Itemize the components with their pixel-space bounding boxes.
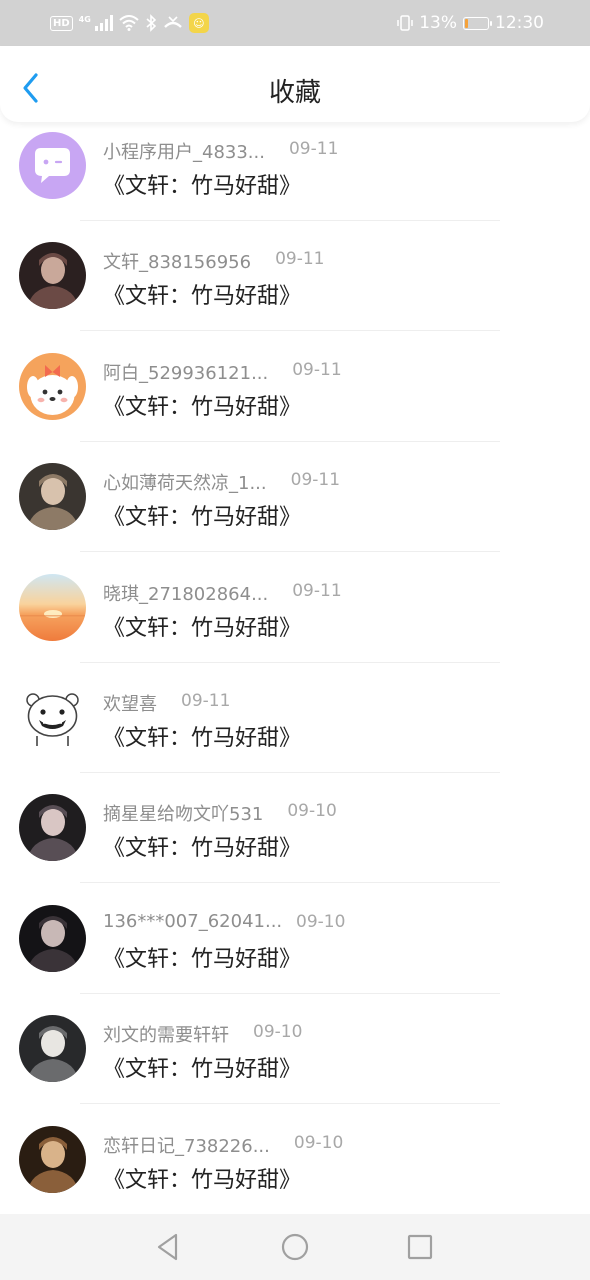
divider (80, 772, 500, 773)
hd-badge: HD (50, 15, 73, 31)
nav-back-button[interactable] (152, 1230, 186, 1264)
timestamp: 09-10 (253, 1022, 303, 1043)
back-triangle-icon (157, 1233, 178, 1261)
battery-fill (465, 18, 468, 28)
divider (80, 440, 500, 442)
user-name: 欢望喜 (103, 694, 157, 715)
recents-square-icon (407, 1234, 433, 1260)
favorite-title: 《文轩：竹马好甜》 (103, 615, 302, 641)
status-bar: HD 4G ☺ 13% 12:30 (0, 0, 590, 46)
user-name: 心如薄荷天然凉_1... (103, 473, 267, 495)
divider (80, 551, 500, 553)
timestamp: 09-10 (296, 911, 346, 932)
list-item[interactable]: 恋轩日记_738226... 09-10 《文轩：竹马好甜》 (0, 1116, 590, 1214)
nav-recents-button[interactable] (403, 1230, 437, 1264)
timestamp: 09-11 (290, 470, 341, 491)
user-name: 晓琪_271802864... (103, 583, 269, 605)
divider (80, 992, 500, 994)
timestamp: 09-11 (292, 359, 342, 380)
photo-avatar[interactable] (19, 242, 86, 310)
favorite-title: 《文轩：竹马好甜》 (103, 284, 302, 310)
battery-percent: 13% (419, 13, 457, 33)
list-item[interactable]: 刘文的需要轩轩 09-10 《文轩：竹马好甜》 (0, 1005, 590, 1115)
cartoon-bear-avatar[interactable] (19, 684, 86, 751)
user-name: 136***007_62041... (103, 910, 283, 932)
list-item[interactable]: 心如薄荷天然凉_1... 09-11 《文轩：竹马好甜》 (0, 453, 590, 563)
cartoon-dog-avatar[interactable] (19, 352, 86, 420)
wifi-icon (119, 15, 139, 31)
chat-bubble-avatar[interactable] (19, 132, 86, 199)
list-item[interactable]: 晓琪_271802864... 09-11 《文轩：竹马好甜》 (0, 564, 590, 674)
timestamp: 09-11 (275, 249, 325, 270)
timestamp: 09-10 (293, 1132, 344, 1153)
divider (80, 220, 500, 221)
timestamp: 09-11 (288, 139, 339, 159)
network-type: 4G (78, 14, 91, 24)
favorite-title: 《文轩：竹马好甜》 (103, 1167, 302, 1193)
app-notification-icon: ☺ (188, 13, 209, 33)
bluetooth-icon (145, 14, 157, 32)
nav-home-button[interactable] (278, 1230, 312, 1264)
list-item[interactable]: 小程序用户_4833... 09-11 《文轩：竹马好甜》 (0, 122, 590, 232)
favorite-title: 《文轩：竹马好甜》 (103, 394, 302, 420)
favorite-title: 《文轩：竹马好甜》 (103, 946, 302, 972)
timestamp: 09-11 (181, 691, 231, 711)
status-left: HD 4G ☺ (50, 12, 209, 34)
signal-icon (94, 15, 113, 31)
list-item[interactable]: 136***007_62041... 09-10 《文轩：竹马好甜》 (0, 895, 590, 1005)
divider (80, 661, 500, 663)
status-right: 13% 12:30 (397, 12, 544, 34)
divider (80, 1103, 500, 1105)
page-title: 收藏 (268, 78, 321, 108)
photo-avatar[interactable] (19, 794, 86, 862)
favorite-title: 《文轩：竹马好甜》 (103, 174, 302, 199)
clock: 12:30 (495, 13, 544, 33)
user-name: 小程序用户_4833... (103, 142, 265, 163)
list-item[interactable]: 摘星星给吻文吖531 09-10 《文轩：竹马好甜》 (0, 784, 590, 894)
list-item[interactable]: 文轩_838156956 09-11 《文轩：竹马好甜》 (0, 232, 590, 342)
divider (80, 330, 500, 332)
user-name: 摘星星给吻文吖531 (103, 804, 264, 826)
photo-avatar[interactable] (19, 1015, 86, 1083)
user-name: 文轩_838156956 (103, 252, 252, 274)
list-item[interactable]: 欢望喜 09-11 《文轩：竹马好甜》 (0, 674, 590, 784)
battery-icon (463, 16, 492, 30)
timestamp: 09-11 (292, 580, 342, 601)
vibrate-icon (397, 14, 413, 32)
favorite-title: 《文轩：竹马好甜》 (103, 836, 302, 862)
timestamp: 09-10 (287, 801, 337, 822)
user-name: 阿白_529936121... (103, 362, 269, 384)
favorite-title: 《文轩：竹马好甜》 (103, 1057, 302, 1083)
favorite-title: 《文轩：竹马好甜》 (103, 726, 302, 751)
sunset-avatar[interactable] (19, 573, 86, 641)
photo-avatar[interactable] (19, 904, 86, 972)
photo-avatar[interactable] (19, 1125, 86, 1193)
user-name: 刘文的需要轩轩 (103, 1025, 229, 1047)
system-nav-bar (0, 1214, 590, 1280)
home-circle-icon (281, 1233, 309, 1261)
list-item[interactable]: 阿白_529936121... 09-11 《文轩：竹马好甜》 (0, 343, 590, 453)
divider (80, 882, 500, 884)
photo-avatar[interactable] (19, 463, 86, 531)
favorite-title: 《文轩：竹马好甜》 (103, 505, 302, 531)
header: 收藏 (0, 46, 590, 122)
missed-call-icon (163, 15, 183, 31)
user-name: 恋轩日记_738226... (103, 1135, 270, 1157)
favorites-list: 小程序用户_4833... 09-11 《文轩：竹马好甜》 文轩_838156956 0… (0, 122, 590, 1214)
